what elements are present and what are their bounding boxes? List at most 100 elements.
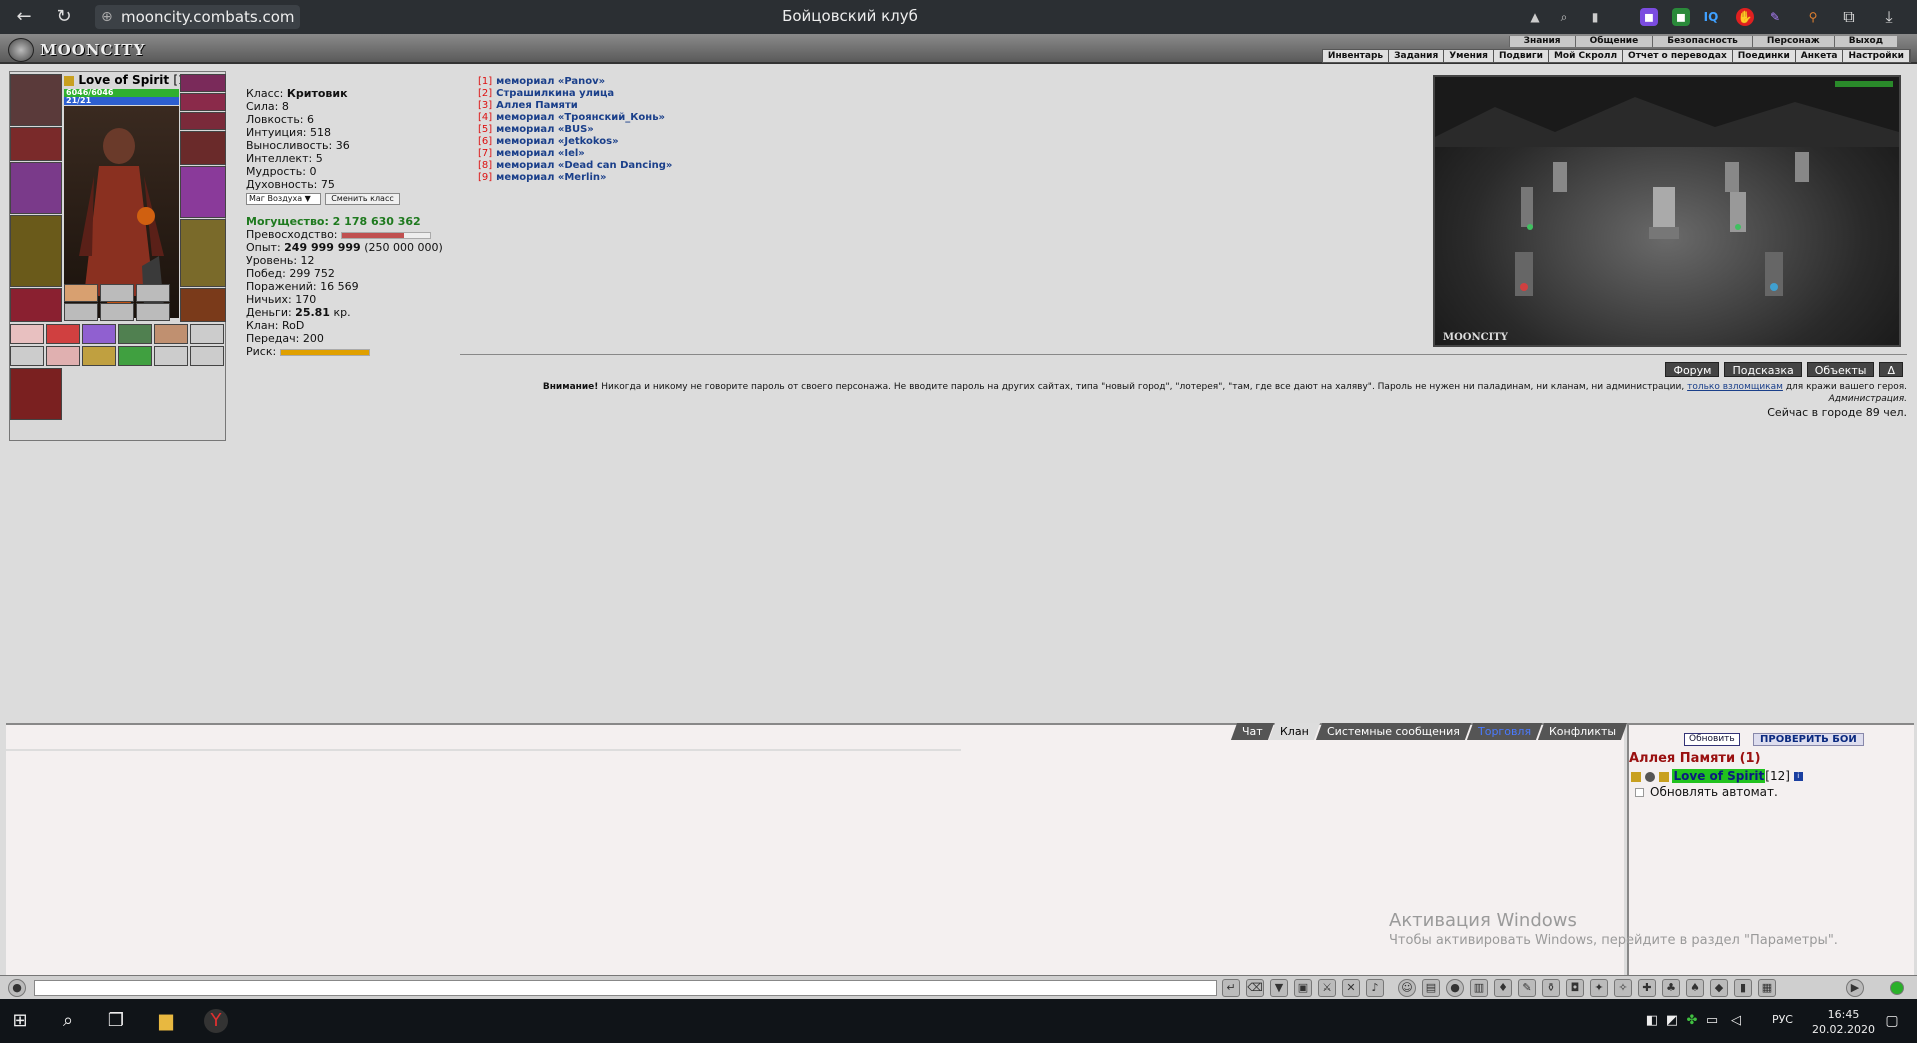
- location-name[interactable]: мемориал «Dead can Dancing»: [496, 160, 672, 171]
- tab-conflicts[interactable]: Конфликты: [1537, 723, 1628, 740]
- location-name[interactable]: мемориал «BUS»: [496, 124, 594, 135]
- scroll-icon[interactable]: ▥: [1470, 979, 1488, 997]
- eraser-icon[interactable]: ⌫: [1246, 979, 1264, 997]
- play-icon[interactable]: ▶: [1846, 979, 1864, 997]
- reload-icon[interactable]: ↻: [54, 7, 74, 27]
- boots-slot[interactable]: [180, 288, 226, 322]
- record-icon[interactable]: ●: [1446, 979, 1464, 997]
- location-item[interactable]: [9] мемориал «Merlin»: [478, 172, 672, 184]
- site-info-icon[interactable]: ⊕: [101, 5, 113, 29]
- forum-button[interactable]: Форум: [1665, 362, 1720, 377]
- panel-icon[interactable]: ▦: [1758, 979, 1776, 997]
- scroll-slot-8[interactable]: [46, 346, 80, 366]
- location-name[interactable]: мемориал «Iel»: [496, 148, 585, 159]
- rune-slot-4[interactable]: [64, 303, 98, 321]
- magic-icon[interactable]: ✧: [1614, 979, 1632, 997]
- armor-slot[interactable]: [10, 215, 62, 287]
- location-item[interactable]: [1] мемориал «Panov»: [478, 76, 672, 88]
- tray-volume-icon[interactable]: ◁: [1724, 1009, 1748, 1033]
- location-item[interactable]: [4] мемориал «Троянский_Конь»: [478, 112, 672, 124]
- scroll-slot-2[interactable]: [46, 324, 80, 344]
- auto-refresh-checkbox[interactable]: [1635, 788, 1644, 797]
- address-bar[interactable]: ⊕ mooncity.combats.com: [95, 5, 300, 29]
- chat-input[interactable]: [34, 980, 1217, 996]
- scroll-slot-11[interactable]: [154, 346, 188, 366]
- send-icon[interactable]: ↵: [1222, 979, 1240, 997]
- scroll-slot-5[interactable]: [154, 324, 188, 344]
- helmet-icon[interactable]: ◘: [1566, 979, 1584, 997]
- heal-icon[interactable]: ✚: [1638, 979, 1656, 997]
- helmet-slot[interactable]: [10, 74, 62, 126]
- earrings-slot[interactable]: [180, 74, 226, 92]
- pet-slot[interactable]: [10, 368, 62, 420]
- objects-button[interactable]: Объекты: [1806, 362, 1875, 377]
- pet-icon[interactable]: ♠: [1686, 979, 1704, 997]
- info-icon[interactable]: i: [1793, 772, 1803, 781]
- back-icon[interactable]: ←: [14, 7, 34, 27]
- smile-icon[interactable]: ☺: [1398, 979, 1416, 997]
- chat-settings-icon[interactable]: ●: [8, 979, 26, 997]
- extension-green-icon[interactable]: ◼: [1672, 8, 1690, 26]
- weapon-left-slot[interactable]: [10, 162, 62, 214]
- menu-knowledge[interactable]: Знания: [1508, 36, 1575, 47]
- location-name[interactable]: Страшилкина улица: [496, 88, 614, 99]
- tab-system-messages[interactable]: Системные сообщения: [1315, 723, 1471, 740]
- bag-icon[interactable]: ♦: [1494, 979, 1512, 997]
- location-item[interactable]: [6] мемориал «Jetkokos»: [478, 136, 672, 148]
- save-icon[interactable]: ▣: [1294, 979, 1312, 997]
- music-icon[interactable]: ♪: [1366, 979, 1384, 997]
- gloves-slot[interactable]: [180, 131, 226, 165]
- feather-icon[interactable]: ✎: [1766, 8, 1784, 26]
- warning-link[interactable]: только взломщикам: [1687, 382, 1783, 392]
- notification-icon[interactable]: ▢: [1880, 1009, 1904, 1033]
- clock[interactable]: 16:45 20.02.2020: [1812, 1007, 1875, 1037]
- menu-communication[interactable]: Общение: [1574, 36, 1653, 47]
- tab-clan[interactable]: Клан: [1269, 723, 1321, 740]
- location-item[interactable]: [3] Аллея Памяти: [478, 100, 672, 112]
- submenu-feats[interactable]: Подвиги: [1494, 50, 1549, 62]
- submenu-battles[interactable]: Поединки: [1733, 50, 1796, 62]
- scroll-slot-7[interactable]: [10, 346, 44, 366]
- clan-icon[interactable]: [1658, 771, 1669, 782]
- team-icon[interactable]: ♣: [1662, 979, 1680, 997]
- location-name[interactable]: Аллея Памяти: [496, 100, 578, 111]
- tab-chat[interactable]: Чат: [1230, 723, 1274, 740]
- toggle-button[interactable]: Δ: [1879, 362, 1903, 377]
- scroll-slot-10[interactable]: [118, 346, 152, 366]
- submenu-inventory[interactable]: Инвентарь: [1323, 50, 1390, 62]
- belt-slot[interactable]: [10, 288, 62, 322]
- location-item[interactable]: [8] мемориал «Dead can Dancing»: [478, 160, 672, 172]
- tab-trade[interactable]: Торговля: [1466, 723, 1543, 740]
- yandex-browser-icon[interactable]: Y: [204, 1009, 228, 1033]
- tray-network-icon[interactable]: ▭: [1700, 1009, 1724, 1033]
- image-icon[interactable]: ▤: [1422, 979, 1440, 997]
- refresh-button[interactable]: Обновить: [1684, 733, 1740, 746]
- menu-security[interactable]: Безопасность: [1652, 36, 1752, 47]
- scroll-slot-3[interactable]: [82, 324, 116, 344]
- scroll-slot-9[interactable]: [82, 346, 116, 366]
- rings-slot[interactable]: [180, 112, 226, 130]
- windows-start-icon[interactable]: ⊞: [8, 1009, 32, 1033]
- key-icon[interactable]: ⚲: [1804, 8, 1822, 26]
- auto-refresh[interactable]: Обновлять автомат.: [1635, 785, 1778, 799]
- bookmark-icon[interactable]: ▮: [1586, 8, 1604, 26]
- submenu-quests[interactable]: Задания: [1389, 50, 1445, 62]
- feather-icon[interactable]: ✎: [1518, 979, 1536, 997]
- scroll-slot-1[interactable]: [10, 324, 44, 344]
- player-name[interactable]: Love of Spirit: [1672, 769, 1766, 783]
- rune-slot-5[interactable]: [100, 303, 134, 321]
- class-select[interactable]: Маг Воздуха ▼: [246, 193, 321, 205]
- task-view-icon[interactable]: ❐: [104, 1009, 128, 1033]
- potion-icon[interactable]: ⚱: [1542, 979, 1560, 997]
- bracers-slot[interactable]: [10, 127, 62, 161]
- change-class-button[interactable]: Сменить класс: [325, 193, 400, 205]
- location-item[interactable]: [5] мемориал «BUS»: [478, 124, 672, 136]
- hint-button[interactable]: Подсказка: [1724, 362, 1802, 377]
- submenu-profile[interactable]: Анкета: [1796, 50, 1844, 62]
- chat-area[interactable]: Чат Клан Системные сообщения Торговля Ко…: [6, 723, 1628, 975]
- file-explorer-icon[interactable]: ▆: [154, 1009, 178, 1033]
- book-icon[interactable]: ▮: [1734, 979, 1752, 997]
- rune-slot-2[interactable]: [100, 284, 134, 302]
- picture-icon[interactable]: ▲: [1526, 8, 1544, 26]
- swords-icon[interactable]: ✕: [1342, 979, 1360, 997]
